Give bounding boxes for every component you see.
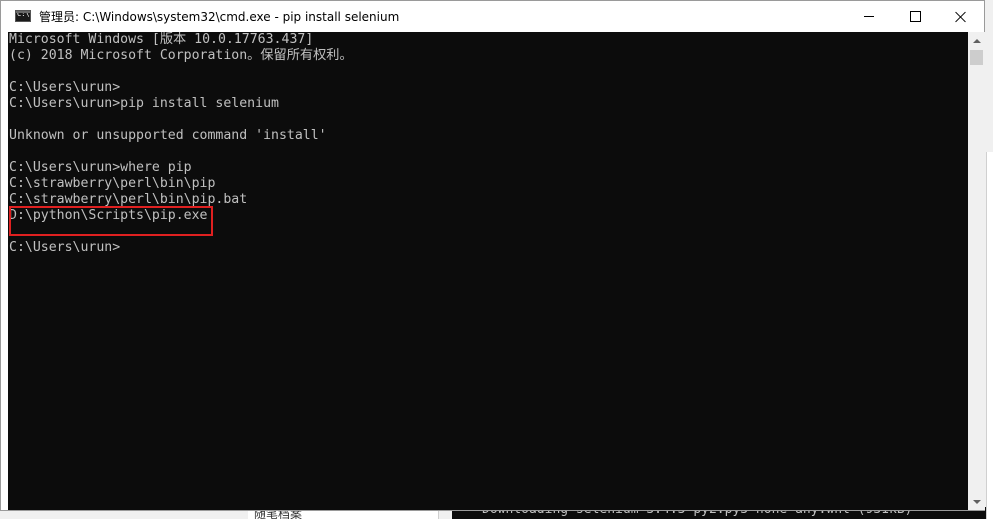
console-icon[interactable]: [15, 10, 31, 22]
background-window-edge: [986, 152, 993, 519]
console-line: C:\strawberry\perl\bin\pip: [9, 176, 216, 191]
close-button[interactable]: [938, 1, 984, 32]
console-line: Unknown or unsupported command 'install': [9, 128, 327, 143]
console-output[interactable]: Microsoft Windows [版本 10.0.17763.437] (c…: [8, 32, 968, 510]
console-line: C:\Users\urun>: [9, 80, 121, 95]
minimize-button[interactable]: [846, 1, 892, 32]
scroll-down-button[interactable]: [968, 493, 985, 510]
console-line: C:\Users\urun>where pip: [9, 160, 192, 175]
scroll-thumb[interactable]: [970, 50, 983, 65]
console-line: C:\Users\urun>pip install selenium: [9, 96, 279, 111]
vertical-scrollbar[interactable]: [968, 32, 985, 510]
scroll-up-button[interactable]: [968, 32, 985, 49]
window-title: 管理员: C:\Windows\system32\cmd.exe - pip i…: [39, 10, 400, 24]
cmd-window: 管理员: C:\Windows\system32\cmd.exe - pip i…: [0, 0, 985, 511]
console-line: Microsoft Windows [版本 10.0.17763.437]: [9, 32, 314, 47]
title-bar[interactable]: 管理员: C:\Windows\system32\cmd.exe - pip i…: [1, 1, 984, 32]
maximize-icon: [909, 11, 921, 22]
highlight-annotation: [9, 206, 213, 236]
console-line: C:\Users\urun>: [9, 240, 121, 255]
maximize-button[interactable]: [892, 1, 938, 32]
chevron-up-icon: [972, 38, 981, 43]
minimize-icon: [864, 16, 874, 17]
close-icon: [955, 11, 967, 23]
chevron-down-icon: [972, 499, 981, 504]
console-line: (c) 2018 Microsoft Corporation。保留所有权利。: [9, 48, 353, 63]
